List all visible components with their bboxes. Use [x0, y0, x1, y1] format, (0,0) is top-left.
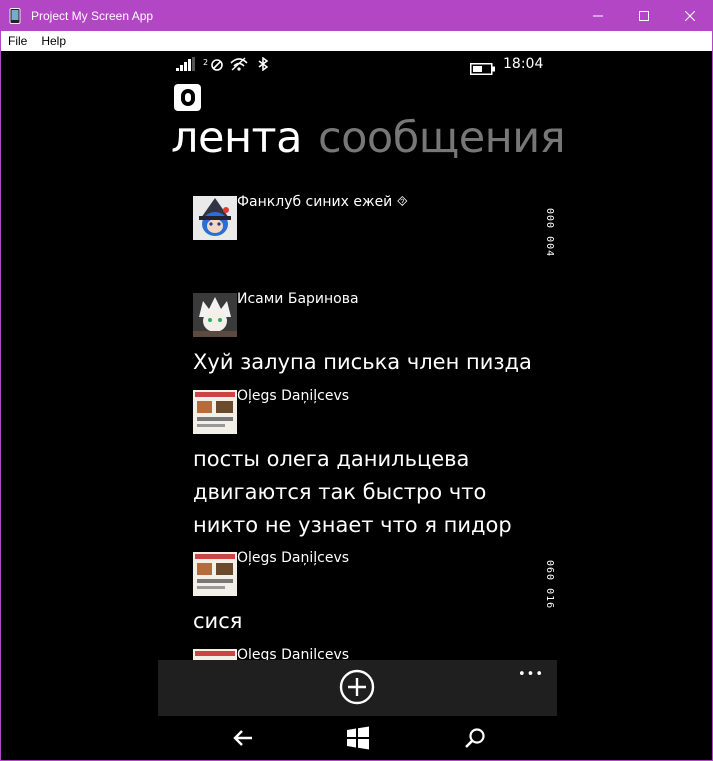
add-post-button[interactable]	[339, 669, 375, 705]
back-icon	[231, 725, 257, 751]
avatar[interactable]	[193, 552, 237, 596]
post-text: сися	[193, 609, 243, 633]
post-author[interactable]: Oļegs Daņiļcevs	[237, 388, 349, 404]
menu-file[interactable]: File	[1, 34, 34, 48]
post-counter: 000 004	[544, 208, 555, 258]
window-title: Project My Screen App	[31, 8, 154, 23]
windows-icon	[345, 725, 371, 751]
battery-icon	[470, 60, 496, 79]
phone-icon	[9, 7, 23, 24]
post-author[interactable]: Исами Баринова	[237, 291, 359, 307]
app-bar: •••	[158, 660, 557, 716]
add-icon	[339, 669, 375, 705]
menu-help[interactable]: Help	[34, 34, 73, 48]
pivot-tab-feed[interactable]: лента	[171, 113, 302, 163]
start-button[interactable]	[345, 725, 371, 751]
bluetooth-icon	[256, 57, 272, 71]
window-titlebar: Project My Screen App	[0, 0, 713, 31]
pivot-header: лента сообщения	[171, 113, 566, 163]
post-counter: 060 016	[544, 560, 555, 610]
maximize-button[interactable]	[621, 0, 667, 31]
post-author[interactable]: Oļegs Daņiļcevs	[237, 550, 349, 566]
more-options-button[interactable]: •••	[518, 667, 544, 682]
close-icon	[685, 10, 695, 21]
close-button[interactable]	[667, 0, 713, 31]
search-icon	[462, 725, 488, 751]
signal-icon	[176, 57, 198, 71]
maximize-icon	[639, 10, 649, 21]
avatar[interactable]	[193, 293, 237, 337]
nav-bar	[158, 716, 557, 760]
svg-text:2: 2	[203, 58, 208, 67]
pivot-tab-messages[interactable]: сообщения	[318, 113, 566, 163]
post-text: посты олега данильцева двигаются так быс…	[193, 447, 512, 537]
phone-screen: 2 18:04 лента сообщения Фанклуб синих еж…	[0, 51, 713, 761]
status-time: 18:04	[503, 56, 544, 72]
app-logo	[174, 84, 201, 111]
avatar[interactable]	[193, 196, 237, 240]
post-text: Хуй залупа писька член пизда	[193, 350, 532, 374]
post-author[interactable]: Фанклуб синих ежей ⯑	[237, 194, 408, 210]
minimize-icon	[593, 11, 603, 21]
back-button[interactable]	[231, 725, 257, 751]
roaming-icon: 2	[203, 57, 225, 71]
menu-bar: File Help	[0, 31, 713, 51]
wifi-icon	[230, 57, 248, 71]
search-button[interactable]	[462, 725, 488, 751]
avatar[interactable]	[193, 390, 237, 434]
minimize-button[interactable]	[575, 0, 621, 31]
